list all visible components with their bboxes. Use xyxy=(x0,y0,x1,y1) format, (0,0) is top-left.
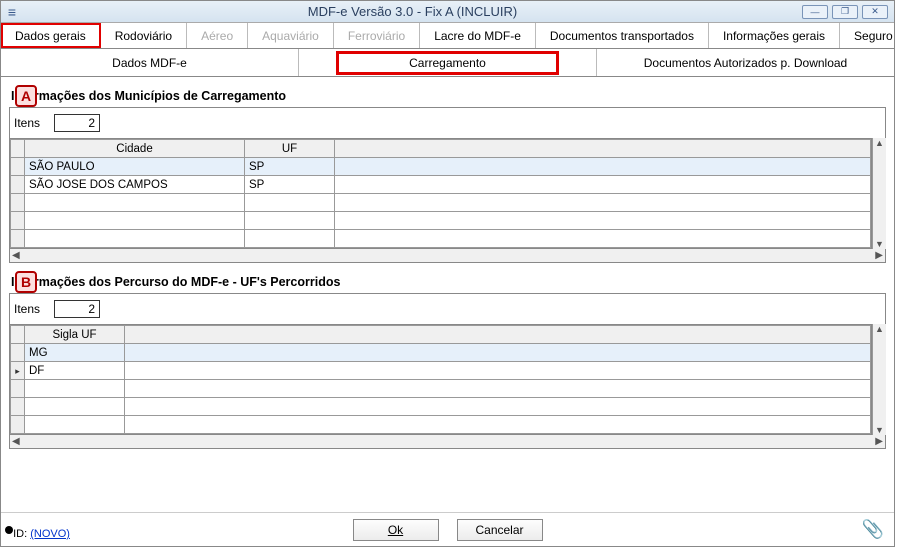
main-window: ≡ MDF-e Versão 3.0 - Fix A (INCLUIR) — ❐… xyxy=(0,0,895,547)
table-row[interactable] xyxy=(11,380,871,398)
tab-informacoes-gerais[interactable]: Informações gerais xyxy=(709,23,840,48)
col-blank-a xyxy=(335,140,871,158)
badge-a: A xyxy=(15,85,37,107)
itens-row-b: Itens xyxy=(9,293,886,324)
subtab-carregamento[interactable]: Carregamento xyxy=(299,49,597,76)
rowmarker[interactable] xyxy=(11,344,25,362)
scroll-left-icon[interactable]: ◀ xyxy=(12,436,20,447)
badge-b: B xyxy=(15,271,37,293)
table-row[interactable] xyxy=(11,194,871,212)
cell-cidade[interactable]: SÃO JOSE DOS CAMPOS xyxy=(25,176,245,194)
cell-blank xyxy=(125,362,871,380)
cell-uf[interactable]: SP xyxy=(245,158,335,176)
itens-input-b[interactable] xyxy=(54,300,100,318)
rowmarker[interactable] xyxy=(11,158,25,176)
subtab-label: Dados MDF-e xyxy=(112,56,187,70)
subtab-label: Carregamento xyxy=(336,51,559,75)
scroll-up-icon[interactable]: ▲ xyxy=(875,324,884,334)
scroll-right-icon[interactable]: ▶ xyxy=(875,436,883,447)
tab-documentos-transportados[interactable]: Documentos transportados xyxy=(536,23,709,48)
section-municipios: A Informações dos Municípios de Carregam… xyxy=(9,89,886,263)
itens-label-a: Itens xyxy=(14,116,40,130)
grid-b[interactable]: Sigla UF MG DF xyxy=(9,324,872,435)
table-row[interactable] xyxy=(11,230,871,248)
paperclip-icon[interactable]: 📎 xyxy=(862,519,884,540)
title-bar: ≡ MDF-e Versão 3.0 - Fix A (INCLUIR) — ❐… xyxy=(1,1,894,23)
sub-tabstrip: Dados MDF-e Carregamento Documentos Auto… xyxy=(1,49,894,77)
cell-blank xyxy=(125,344,871,362)
col-uf[interactable]: UF xyxy=(245,140,335,158)
itens-row-a: Itens xyxy=(9,107,886,138)
grid-a[interactable]: Cidade UF SÃO PAULO SP xyxy=(9,138,872,249)
scroll-up-icon[interactable]: ▲ xyxy=(875,138,884,148)
col-blank-b xyxy=(125,326,871,344)
table-row[interactable] xyxy=(11,212,871,230)
table-row[interactable] xyxy=(11,416,871,434)
tab-rodoviario[interactable]: Rodoviário xyxy=(101,23,187,48)
scroll-down-icon[interactable]: ▼ xyxy=(875,425,884,435)
tab-aereo: Aéreo xyxy=(187,23,248,48)
cell-uf[interactable]: SP xyxy=(245,176,335,194)
button-bar: Ok Cancelar ID: (NOVO) 📎 xyxy=(1,512,894,546)
table-row[interactable]: MG xyxy=(11,344,871,362)
section-b-title: Informações dos Percurso do MDF-e - UF's… xyxy=(11,275,886,289)
table-row[interactable]: SÃO JOSE DOS CAMPOS SP xyxy=(11,176,871,194)
window-title: MDF-e Versão 3.0 - Fix A (INCLUIR) xyxy=(23,4,802,19)
restore-button[interactable]: ❐ xyxy=(832,5,858,19)
table-row[interactable]: SÃO PAULO SP xyxy=(11,158,871,176)
itens-label-b: Itens xyxy=(14,302,40,316)
grid-a-container: Cidade UF SÃO PAULO SP xyxy=(9,138,886,249)
id-label: ID: xyxy=(13,528,27,540)
id-link[interactable]: (NOVO) xyxy=(30,528,70,540)
record-dot-icon xyxy=(5,526,13,534)
cell-sigla[interactable]: DF xyxy=(25,362,125,380)
subtab-documentos-download[interactable]: Documentos Autorizados p. Download xyxy=(597,49,894,76)
close-button[interactable]: ✕ xyxy=(862,5,888,19)
col-cidade[interactable]: Cidade xyxy=(25,140,245,158)
col-sigla-uf[interactable]: Sigla UF xyxy=(25,326,125,344)
cell-cidade[interactable]: SÃO PAULO xyxy=(25,158,245,176)
cell-blank xyxy=(335,158,871,176)
subtab-dados-mdfe[interactable]: Dados MDF-e xyxy=(1,49,299,76)
section-percurso: B Informações dos Percurso do MDF-e - UF… xyxy=(9,275,886,449)
rowmarker-header xyxy=(11,326,25,344)
rowmarker[interactable] xyxy=(11,176,25,194)
tab-seguro[interactable]: Seguro xyxy=(840,23,897,48)
content-area: A Informações dos Municípios de Carregam… xyxy=(1,77,894,512)
tab-lacre[interactable]: Lacre do MDF-e xyxy=(420,23,536,48)
section-a-title: Informações dos Municípios de Carregamen… xyxy=(11,89,886,103)
hscroll-a[interactable]: ◀ ▶ xyxy=(9,249,886,263)
grid-b-container: Sigla UF MG DF xyxy=(9,324,886,435)
tab-dados-gerais[interactable]: Dados gerais xyxy=(1,23,101,48)
itens-input-a[interactable] xyxy=(54,114,100,132)
tab-ferroviario: Ferroviário xyxy=(334,23,420,48)
cell-blank xyxy=(335,176,871,194)
table-row[interactable]: DF xyxy=(11,362,871,380)
rowmarker-current[interactable] xyxy=(11,362,25,380)
vscroll-a[interactable]: ▲ ▼ xyxy=(872,138,886,249)
subtab-label: Documentos Autorizados p. Download xyxy=(644,56,847,70)
table-row[interactable] xyxy=(11,398,871,416)
status-bar: ID: (NOVO) xyxy=(7,528,70,540)
cancel-button[interactable]: Cancelar xyxy=(457,519,543,541)
cell-sigla[interactable]: MG xyxy=(25,344,125,362)
scroll-right-icon[interactable]: ▶ xyxy=(875,250,883,261)
hscroll-b[interactable]: ◀ ▶ xyxy=(9,435,886,449)
scroll-left-icon[interactable]: ◀ xyxy=(12,250,20,261)
tab-aquaviario: Aquaviário xyxy=(248,23,334,48)
main-tabstrip: Dados gerais Rodoviário Aéreo Aquaviário… xyxy=(1,23,894,49)
ok-button[interactable]: Ok xyxy=(353,519,439,541)
window-controls: — ❐ ✕ xyxy=(802,5,894,19)
scroll-down-icon[interactable]: ▼ xyxy=(875,239,884,249)
rowmarker-header xyxy=(11,140,25,158)
vscroll-b[interactable]: ▲ ▼ xyxy=(872,324,886,435)
minimize-button[interactable]: — xyxy=(802,5,828,19)
hamburger-icon[interactable]: ≡ xyxy=(1,3,23,21)
